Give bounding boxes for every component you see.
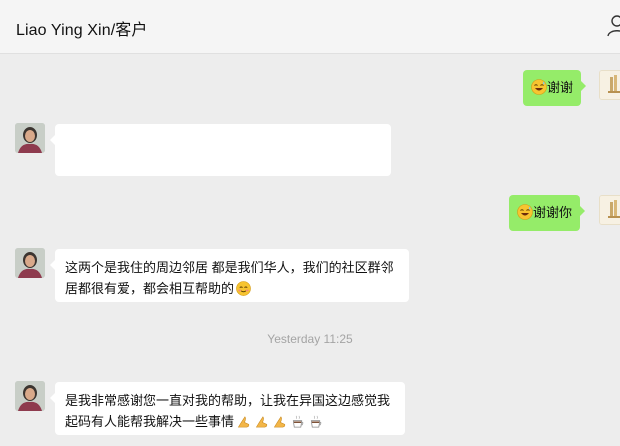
avatar-image (15, 381, 45, 411)
outgoing-message[interactable]: 谢谢 (523, 70, 587, 106)
coffee-emoji (292, 415, 304, 428)
profile-icon[interactable] (607, 14, 620, 38)
message-line: 居都很有爱，都会相互帮助的 (65, 281, 235, 296)
smiling-face-emoji (236, 281, 251, 296)
pray-emoji (273, 416, 286, 428)
message-line: 是我非常感谢您一直对我的帮助，让我在异国这边感觉我 (65, 393, 391, 408)
outgoing-message[interactable]: 谢谢你 (509, 195, 586, 231)
avatar-image (15, 123, 45, 153)
message-line: 起码有人能帮我解决一些事情 (65, 414, 235, 429)
message-text: 谢谢 (547, 80, 574, 95)
timestamp: Yesterday 11:25 (267, 332, 353, 346)
pray-emoji (237, 416, 250, 428)
chat-header: Liao Ying Xin/客户 (0, 0, 620, 54)
self-avatar[interactable] (599, 70, 620, 100)
chat-title: Liao Ying Xin/客户 (16, 22, 148, 39)
avatar-image (600, 196, 620, 224)
pray-emoji (255, 416, 268, 428)
message-list[interactable]: 谢谢 谢谢你 这两个是我住的周边邻居 都是我们华人，我们的社区群邻 居都很有爱，… (0, 54, 620, 446)
message-text: 谢谢你 (533, 205, 573, 220)
incoming-message[interactable]: 这两个是我住的周边邻居 都是我们华人，我们的社区群邻 居都很有爱，都会相互帮助的 (50, 249, 409, 302)
message-line: 这两个是我住的周边邻居 都是我们华人，我们的社区群邻 (65, 260, 394, 275)
message-line-with-emoji: 居都很有爱，都会相互帮助的 (65, 278, 399, 299)
contact-avatar[interactable] (15, 123, 45, 153)
incoming-message[interactable]: 是我非常感谢您一直对我的帮助，让我在异国这边感觉我 起码有人能帮我解决一些事情 (50, 382, 405, 435)
grinning-sweat-emoji (531, 79, 547, 95)
contact-avatar[interactable] (15, 248, 45, 278)
incoming-card-message[interactable] (50, 124, 391, 176)
message-line-with-emoji: 起码有人能帮我解决一些事情 (65, 411, 395, 432)
contact-avatar[interactable] (15, 381, 45, 411)
grinning-sweat-emoji (517, 204, 533, 220)
coffee-emoji (310, 415, 322, 428)
avatar-image (600, 71, 620, 99)
avatar-image (15, 248, 45, 278)
self-avatar[interactable] (599, 195, 620, 225)
